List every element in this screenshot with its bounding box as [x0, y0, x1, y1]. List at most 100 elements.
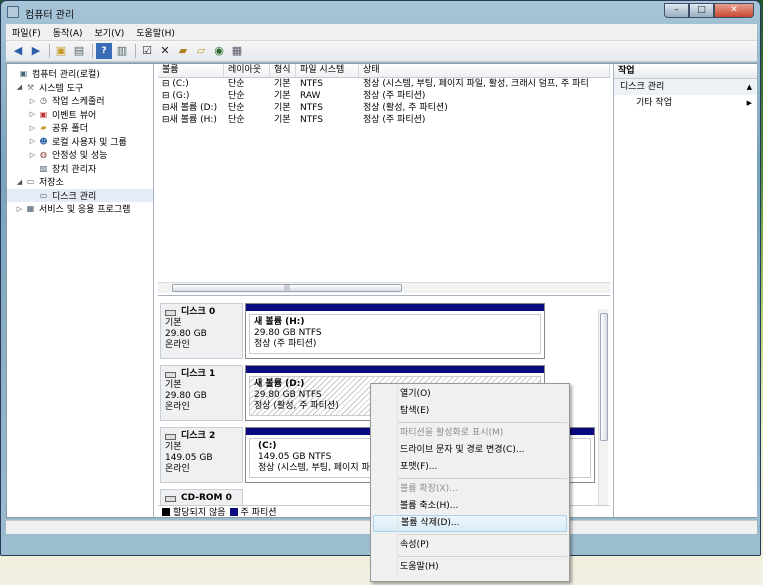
volume-name: ⊟새 볼륨 (D:) [158, 102, 224, 114]
minimize-button[interactable]: – [664, 3, 689, 18]
menu-item-shrink-volume[interactable]: 볼륨 축소(H)... [373, 498, 567, 515]
partition-name: 새 볼륨 (H:) [254, 317, 305, 327]
volume-status: 정상 (주 파티션) [363, 91, 426, 101]
tree-expander[interactable]: ◢ [15, 178, 24, 186]
actions-group-disk-management[interactable]: 디스크 관리 ▲ [614, 79, 757, 95]
partition-status: 정상 (주 파티션) [254, 339, 317, 349]
column-header-volume[interactable]: 볼륨 [158, 64, 224, 77]
tree-expander[interactable]: ▷ [15, 205, 24, 213]
menu-item-delete-volume[interactable]: 볼륨 삭제(D)... [373, 515, 567, 532]
close-button[interactable]: ✕ [714, 3, 754, 18]
column-header-file-system[interactable]: 파일 시스템 [296, 64, 359, 77]
volume-layout: 단순 [228, 79, 245, 89]
column-header-type[interactable]: 형식 [270, 64, 296, 77]
toolbar-separator [49, 44, 50, 58]
forward-icon[interactable]: ▶ [28, 43, 44, 59]
properties-icon[interactable]: ▦ [229, 43, 245, 59]
disk-name: 디스크 0 [165, 307, 238, 318]
disk-size: 29.80 GB [165, 329, 207, 339]
menu-item-help[interactable]: 도움말(H) [373, 559, 567, 576]
volume-row[interactable]: ⊟새 볼륨 (D:) 단순 기본 NTFS 정상 (활성, 주 파티션) [158, 102, 610, 114]
show-hide-tree-icon[interactable]: ▤ [71, 43, 87, 59]
search-icon[interactable]: ◉ [211, 43, 227, 59]
tree-expander[interactable]: ▷ [28, 124, 37, 132]
tree-item-label: 작업 스케줄러 [52, 97, 105, 108]
partition-h[interactable]: 새 볼륨 (H:) 29.80 GB NTFS 정상 (주 파티션) [245, 303, 545, 359]
tree-expander[interactable]: ▷ [28, 97, 37, 105]
maximize-button[interactable]: □ [689, 3, 714, 18]
toolbar-separator [135, 44, 136, 58]
tree-item-label: 서비스 및 응용 프로그램 [39, 205, 131, 216]
menu-item-properties[interactable]: 속성(P) [373, 537, 567, 554]
actions-more-actions[interactable]: 기타 작업 ▶ [614, 95, 757, 111]
navigation-tree: ▣ 컴퓨터 관리(로컬) ◢ ⚒ 시스템 도구 ▷ ◷ 작업 스케줄러 ▷ ▣ … [7, 64, 154, 517]
actions-item-label: 기타 작업 [636, 98, 672, 108]
actions-header: 작업 [614, 64, 757, 79]
tree-expander[interactable]: ▷ [28, 110, 37, 118]
tree-item-disk-management[interactable]: ▭ 디스크 관리 [7, 188, 153, 202]
back-icon[interactable]: ◀ [10, 43, 26, 59]
disk-info[interactable]: 디스크 0 기본 29.80 GB 온라인 [160, 303, 243, 359]
check-icon[interactable]: ☑ [139, 43, 155, 59]
tree-expander[interactable]: ▷ [28, 151, 37, 159]
vertical-scrollbar[interactable] [598, 309, 608, 505]
volume-layout: 단순 [228, 115, 245, 125]
volume-row[interactable]: ⊟ (C:) 단순 기본 NTFS 정상 (시스템, 부팅, 페이지 파일, 활… [158, 78, 610, 90]
toolbar: ◀ ▶ ▣ ▤ ? ▥ ☑ ✕ ▰ ▱ ◉ ▦ [6, 41, 757, 62]
tree-item-device-manager[interactable]: ▨ 장치 관리자 [7, 162, 153, 176]
menu-view[interactable]: 보기(V) [89, 26, 131, 39]
volume-list-header: 볼륨 레이아웃 형식 파일 시스템 상태 [158, 64, 610, 78]
hard-disk-icon [165, 433, 176, 440]
menu-item-format[interactable]: 포맷(F)... [373, 459, 567, 476]
menu-action[interactable]: 동작(A) [47, 26, 89, 39]
computer-management-icon [7, 6, 19, 18]
volume-name: ⊟ (G:) [158, 90, 224, 102]
delete-icon[interactable]: ✕ [157, 43, 173, 59]
horizontal-scrollbar[interactable]: ||| [158, 282, 610, 293]
title-bar[interactable]: 컴퓨터 관리 – □ ✕ [1, 1, 760, 23]
menu-separator [398, 534, 567, 535]
storage-icon: ▭ [26, 177, 35, 187]
disk-size: 149.05 GB [165, 453, 213, 463]
disk-management-icon: ▭ [39, 190, 48, 200]
tree-item-storage[interactable]: ◢ ▭ 저장소 [7, 175, 153, 189]
primary-partition-swatch [229, 507, 238, 516]
tree-item-event-viewer[interactable]: ▷ ▣ 이벤트 뷰어 [7, 108, 153, 122]
shared-folder-icon: ▰ [40, 123, 47, 133]
column-header-layout[interactable]: 레이아웃 [224, 64, 270, 77]
cdrom-icon [165, 495, 176, 502]
scrollbar-thumb[interactable] [600, 313, 608, 441]
menu-item-open[interactable]: 열기(O) [373, 386, 567, 403]
menu-item-explore[interactable]: 탐색(E) [373, 403, 567, 420]
collapse-arrow-icon[interactable]: ▲ [747, 79, 752, 95]
clock-icon: ◷ [40, 96, 47, 106]
tree-item-label: 로컬 사용자 및 그룹 [52, 137, 127, 148]
scrollbar-thumb[interactable]: ||| [172, 284, 402, 292]
menu-file[interactable]: 파일(F) [6, 26, 47, 39]
open-icon[interactable]: ▰ [175, 43, 191, 59]
menu-item-change-drive-letter[interactable]: 드라이브 문자 및 경로 변경(C)... [373, 442, 567, 459]
disk-info[interactable]: 디스크 2 기본 149.05 GB 온라인 [160, 427, 243, 483]
volume-name-text: (C:) [172, 79, 189, 89]
tree-item-services-applications[interactable]: ▷ ▦ 서비스 및 응용 프로그램 [7, 202, 153, 216]
volume-layout: 단순 [228, 103, 245, 113]
tree-item-reliability-performance[interactable]: ▷ ◍ 안정성 및 성능 [7, 148, 153, 162]
disk-info[interactable]: 디스크 1 기본 29.80 GB 온라인 [160, 365, 243, 421]
show-hide-action-pane-icon[interactable]: ▥ [114, 43, 130, 59]
tree-expander[interactable]: ◢ [15, 83, 24, 91]
tree-item-computer-management[interactable]: ▣ 컴퓨터 관리(로컬) [7, 67, 153, 81]
tree-item-task-scheduler[interactable]: ▷ ◷ 작업 스케줄러 [7, 94, 153, 108]
volume-row[interactable]: ⊟새 볼륨 (H:) 단순 기본 NTFS 정상 (주 파티션) [158, 114, 610, 126]
tree-expander[interactable]: ▷ [28, 137, 37, 145]
volume-row[interactable]: ⊟ (G:) 단순 기본 RAW 정상 (주 파티션) [158, 90, 610, 102]
menu-separator [398, 422, 567, 423]
disk-name-text: 디스크 0 [181, 307, 216, 317]
tree-item-local-users-groups[interactable]: ▷ ☻ 로컬 사용자 및 그룹 [7, 135, 153, 149]
column-header-status[interactable]: 상태 [359, 64, 610, 77]
folder-icon[interactable]: ▱ [193, 43, 209, 59]
up-folder-icon[interactable]: ▣ [53, 43, 69, 59]
tree-item-system-tools[interactable]: ◢ ⚒ 시스템 도구 [7, 81, 153, 95]
help-icon[interactable]: ? [96, 43, 112, 59]
tree-item-shared-folders[interactable]: ▷ ▰ 공유 폴더 [7, 121, 153, 135]
menu-help[interactable]: 도움말(H) [130, 26, 181, 39]
